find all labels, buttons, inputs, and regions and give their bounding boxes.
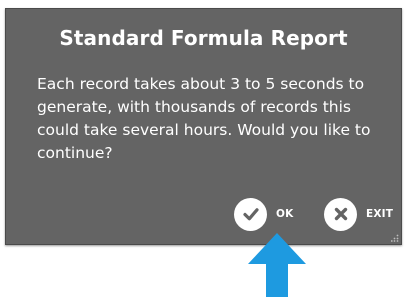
close-icon: [324, 197, 357, 231]
dialog-message: Each record takes about 3 to 5 seconds t…: [37, 75, 371, 162]
dialog-title: Standard Formula Report: [59, 26, 348, 50]
exit-button[interactable]: EXIT: [324, 197, 393, 231]
arrow-up-icon: [248, 233, 306, 297]
ok-button-label: OK: [276, 208, 294, 220]
report-dialog: Standard Formula Report Each record take…: [5, 8, 402, 245]
exit-button-label: EXIT: [366, 208, 394, 220]
resize-grip-icon[interactable]: [391, 234, 399, 242]
ok-button[interactable]: OK: [234, 197, 293, 231]
checkmark-icon: [234, 197, 267, 231]
